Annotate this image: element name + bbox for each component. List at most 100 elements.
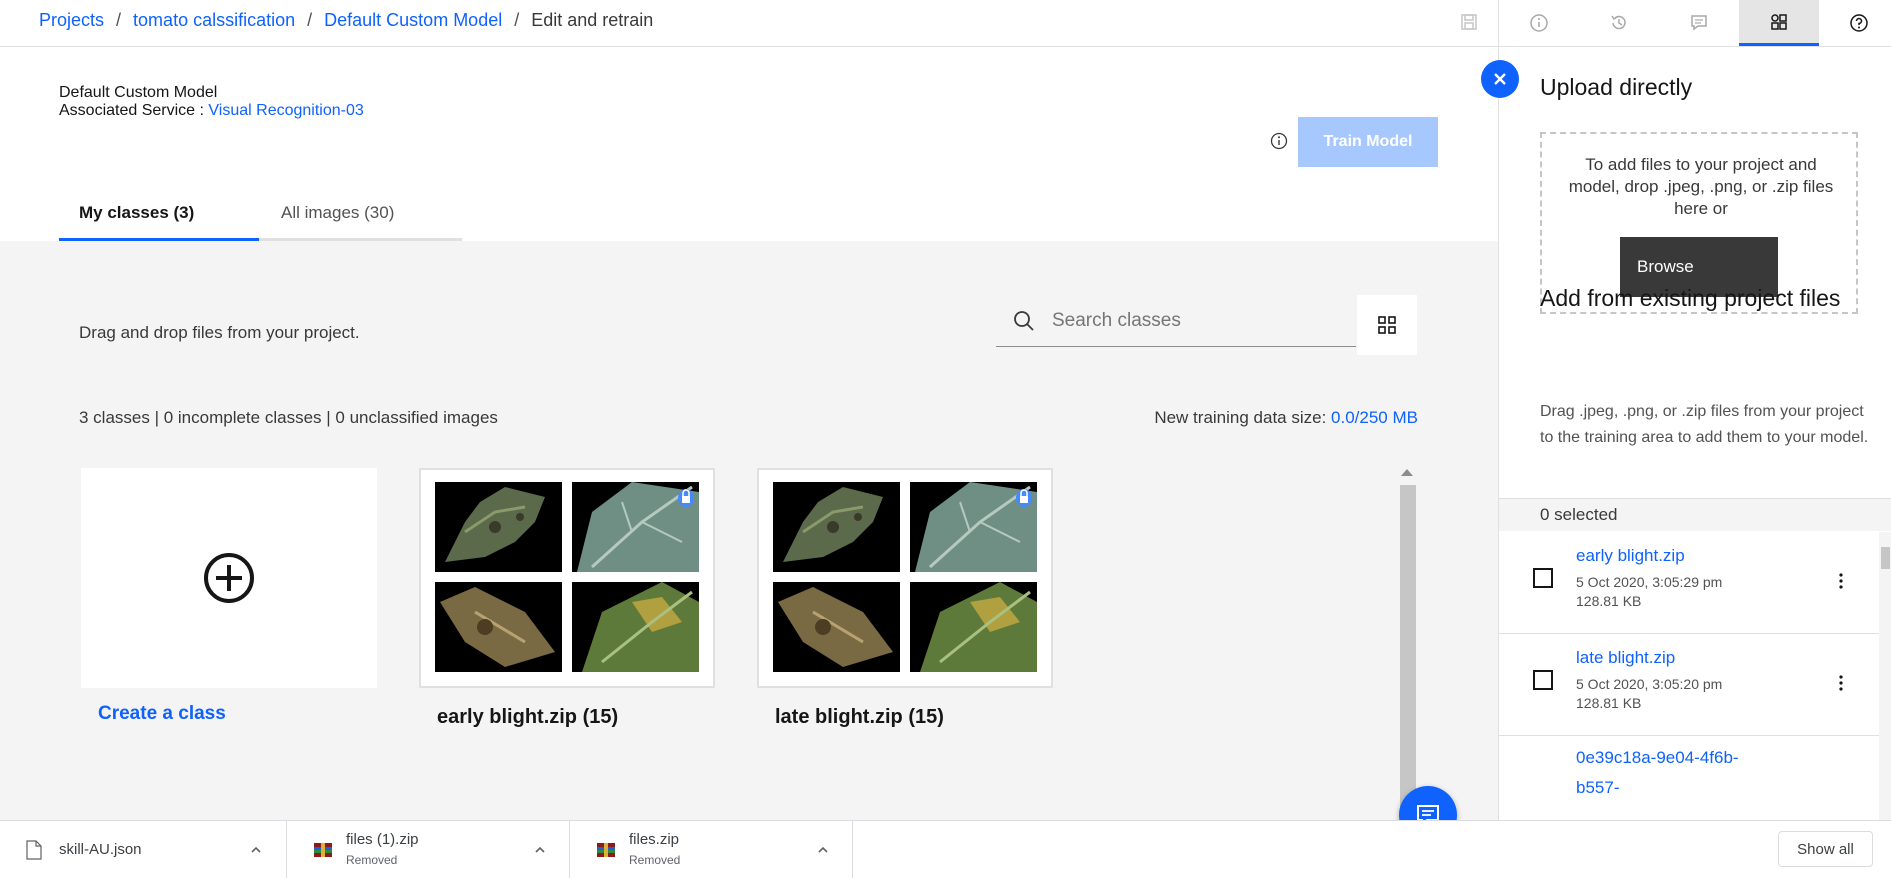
archive-icon: [597, 843, 615, 857]
comment-icon: [1691, 15, 1707, 31]
chevron-up-icon[interactable]: [817, 844, 829, 856]
scroll-up-arrow[interactable]: [1401, 469, 1413, 476]
training-data-size: New training data size: 0.0/250 MB: [1154, 408, 1418, 428]
lock-icon: [678, 489, 694, 507]
file-date: 5 Oct 2020, 3:05:29 pm: [1576, 574, 1723, 590]
info-icon[interactable]: [1269, 131, 1289, 151]
overflow-menu-icon[interactable]: [1839, 674, 1843, 692]
chevron-up-icon[interactable]: [250, 844, 262, 856]
tab-history[interactable]: [1579, 0, 1659, 46]
downloads-bar: skill-AU.json files (1).zip Removed file…: [0, 820, 1891, 878]
breadcrumb-separator: /: [116, 10, 122, 30]
archive-icon: [314, 843, 332, 857]
training-area: Drag and drop files from your project. 3…: [0, 241, 1498, 866]
file-row[interactable]: late blight.zip 5 Oct 2020, 3:05:20 pm 1…: [1499, 634, 1879, 736]
overflow-menu-icon[interactable]: [1839, 572, 1843, 590]
class-tabs: My classes (3) All images (30): [59, 187, 462, 241]
upload-title: Upload directly: [1540, 74, 1693, 100]
leaf-thumbnail: [910, 582, 1037, 672]
assets-panel: Upload directly To add files to your pro…: [1498, 47, 1891, 820]
history-icon: [1611, 15, 1626, 30]
search-input[interactable]: [1052, 309, 1342, 332]
existing-files-title: Add from existing project files: [1540, 285, 1841, 311]
info-icon: [1530, 14, 1548, 32]
breadcrumb-project[interactable]: tomato calssification: [133, 10, 295, 31]
leaf-thumbnail: [572, 482, 699, 572]
file-row[interactable]: 0e39c18a-9e04-4f6b- b557-: [1499, 736, 1879, 820]
scrollbar-thumb[interactable]: [1400, 485, 1416, 820]
leaf-thumbnail: [773, 482, 900, 572]
leaf-thumbnail: [773, 582, 900, 672]
breadcrumb-separator: /: [307, 10, 313, 30]
download-name: files (1).zip: [346, 831, 419, 848]
leaf-thumbnail: [910, 482, 1037, 572]
grid-view-toggle[interactable]: [1357, 295, 1417, 355]
add-circle-icon: [204, 553, 254, 603]
class-card[interactable]: [419, 468, 715, 688]
leaf-thumbnail: [435, 482, 562, 572]
existing-files-description: Drag .jpeg, .png, or .zip files from you…: [1540, 403, 1869, 446]
main-content: Default Custom Model Associated Service …: [0, 47, 1498, 866]
create-class-card[interactable]: [81, 468, 377, 688]
file-icon: [26, 840, 42, 860]
file-checkbox[interactable]: [1533, 568, 1553, 588]
associated-service: Associated Service : Visual Recognition-…: [59, 102, 364, 120]
file-row[interactable]: early blight.zip 5 Oct 2020, 3:05:29 pm …: [1499, 532, 1879, 634]
download-status: Removed: [346, 853, 398, 867]
class-stats: 3 classes | 0 incomplete classes | 0 unc…: [79, 408, 498, 427]
chevron-up-icon[interactable]: [534, 844, 546, 856]
tab-about[interactable]: [1499, 0, 1579, 46]
training-size-value: 0.0/250 MB: [1331, 408, 1418, 427]
train-model-button[interactable]: Train Model: [1298, 117, 1438, 167]
selection-count: 0 selected: [1499, 498, 1891, 531]
model-name: Default Custom Model: [59, 84, 218, 101]
file-date: 5 Oct 2020, 3:05:20 pm: [1576, 676, 1723, 692]
file-name[interactable]: early blight.zip: [1576, 546, 1685, 566]
assets-icon: [1771, 13, 1787, 30]
download-item[interactable]: files (1).zip Removed: [287, 821, 570, 878]
associated-service-link[interactable]: Visual Recognition-03: [208, 102, 363, 119]
panel-scrollbar-thumb[interactable]: [1881, 547, 1890, 569]
panel-scrollbar[interactable]: [1879, 532, 1891, 820]
drop-zone-text: To add files to your project and model, …: [1568, 155, 1834, 218]
download-item[interactable]: skill-AU.json: [0, 821, 287, 878]
download-status: Removed: [629, 853, 681, 867]
breadcrumb-current: Edit and retrain: [531, 10, 654, 30]
file-name-line[interactable]: 0e39c18a-9e04-4f6b-: [1576, 748, 1739, 768]
class-thumbnails: [435, 482, 699, 672]
breadcrumb-separator: /: [514, 10, 520, 30]
search-icon: [1014, 310, 1034, 331]
lock-icon: [1016, 489, 1032, 507]
top-bar: Projects / tomato calssification / Defau…: [0, 0, 1891, 47]
close-icon: [1494, 73, 1506, 85]
tab-help[interactable]: [1819, 0, 1891, 46]
download-item[interactable]: files.zip Removed: [570, 821, 853, 878]
class-thumbnails: [773, 482, 1037, 672]
save-icon[interactable]: [1460, 13, 1478, 31]
file-name-line[interactable]: b557-: [1576, 778, 1619, 798]
class-card[interactable]: [757, 468, 1053, 688]
search-box: [996, 295, 1356, 347]
leaf-thumbnail: [572, 582, 699, 672]
close-panel-button[interactable]: [1481, 60, 1519, 98]
drag-hint: Drag and drop files from your project.: [79, 323, 360, 342]
file-checkbox[interactable]: [1533, 670, 1553, 690]
leaf-thumbnail: [435, 582, 562, 672]
class-label[interactable]: early blight.zip (15): [437, 706, 618, 729]
associated-service-label: Associated Service :: [59, 102, 204, 119]
file-name[interactable]: late blight.zip: [1576, 648, 1675, 668]
show-all-button[interactable]: Show all: [1778, 831, 1873, 867]
training-size-label: New training data size:: [1154, 408, 1327, 427]
breadcrumb-model[interactable]: Default Custom Model: [324, 10, 502, 31]
create-class-link[interactable]: Create a class: [98, 703, 226, 725]
download-name: files.zip: [629, 831, 680, 848]
tab-my-classes[interactable]: My classes (3): [59, 187, 259, 241]
file-size: 128.81 KB: [1576, 593, 1642, 609]
breadcrumb-projects[interactable]: Projects: [39, 10, 104, 31]
tab-all-images[interactable]: All images (30): [259, 187, 462, 241]
tab-assets[interactable]: [1739, 0, 1819, 46]
right-panel-tabs: [1498, 0, 1891, 47]
tab-comments[interactable]: [1659, 0, 1739, 46]
class-label[interactable]: late blight.zip (15): [775, 706, 944, 729]
download-name: skill-AU.json: [59, 841, 142, 858]
